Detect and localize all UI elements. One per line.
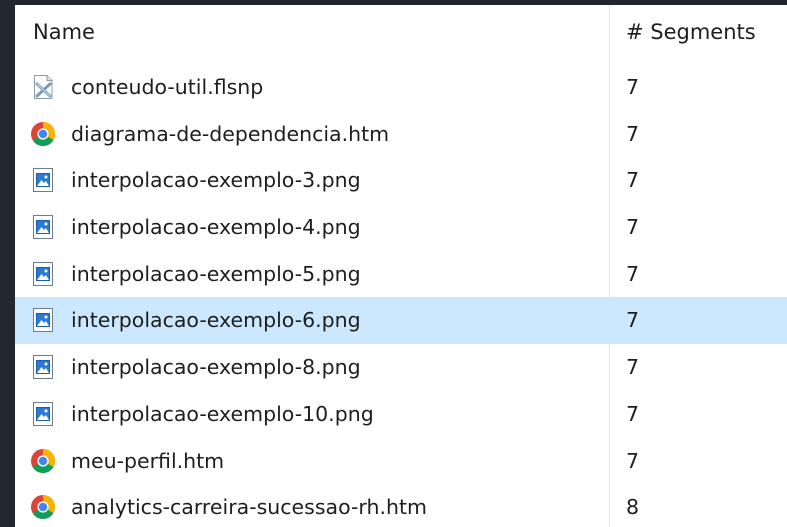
column-header-name[interactable]: Name	[33, 19, 95, 45]
segment-count: 7	[626, 401, 640, 426]
chrome-icon	[30, 448, 56, 474]
segment-count: 7	[626, 215, 640, 240]
file-name: interpolacao-exemplo-6.png	[71, 308, 361, 333]
file-row[interactable]: interpolacao-exemplo-4.png 7	[15, 204, 787, 251]
segment-count: 7	[626, 448, 640, 473]
file-row[interactable]: meu-perfil.htm 7	[15, 438, 787, 485]
segment-count: 7	[626, 75, 640, 99]
image-file-icon	[30, 167, 56, 193]
column-header-segments[interactable]: # Segments	[626, 19, 756, 45]
file-name: interpolacao-exemplo-4.png	[71, 215, 361, 240]
file-name: interpolacao-exemplo-10.png	[71, 401, 374, 426]
file-row-selected[interactable]: interpolacao-exemplo-6.png 7	[15, 297, 787, 345]
file-name: interpolacao-exemplo-5.png	[71, 261, 361, 286]
segment-count: 7	[626, 261, 640, 286]
file-list-panel: Name # Segments conteudo-util.flsnp 7 di…	[15, 5, 787, 527]
segment-count: 7	[626, 308, 640, 333]
segment-count: 7	[626, 121, 640, 146]
file-row[interactable]: interpolacao-exemplo-10.png 7	[15, 391, 787, 438]
file-row[interactable]: conteudo-util.flsnp 7	[15, 64, 787, 111]
file-row[interactable]: interpolacao-exemplo-8.png 7	[15, 344, 787, 391]
image-file-icon	[30, 214, 56, 240]
file-name: analytics-carreira-sucessao-rh.htm	[71, 495, 427, 520]
file-rows: conteudo-util.flsnp 7 diagrama-de-depend…	[15, 64, 787, 527]
file-name: conteudo-util.flsnp	[71, 75, 264, 99]
file-row[interactable]: interpolacao-exemplo-5.png 7	[15, 251, 787, 298]
image-file-icon	[30, 401, 56, 427]
image-file-icon	[30, 354, 56, 380]
file-row[interactable]: interpolacao-exemplo-3.png 7	[15, 157, 787, 204]
chrome-icon	[30, 494, 56, 520]
file-row[interactable]: analytics-carreira-sucessao-rh.htm 8	[15, 484, 787, 527]
image-file-icon	[30, 307, 56, 333]
column-header-row: Name # Segments	[15, 5, 787, 59]
file-name: meu-perfil.htm	[71, 448, 225, 473]
file-row[interactable]: diagrama-de-dependencia.htm 7	[15, 111, 787, 158]
chrome-icon	[30, 121, 56, 147]
segment-count: 8	[626, 495, 640, 520]
file-name: diagrama-de-dependencia.htm	[71, 121, 390, 146]
file-name: interpolacao-exemplo-3.png	[71, 168, 361, 193]
segment-count: 7	[626, 355, 640, 380]
image-file-icon	[30, 261, 56, 287]
file-name: interpolacao-exemplo-8.png	[71, 355, 361, 380]
unknown-file-icon	[30, 74, 56, 100]
segment-count: 7	[626, 168, 640, 193]
